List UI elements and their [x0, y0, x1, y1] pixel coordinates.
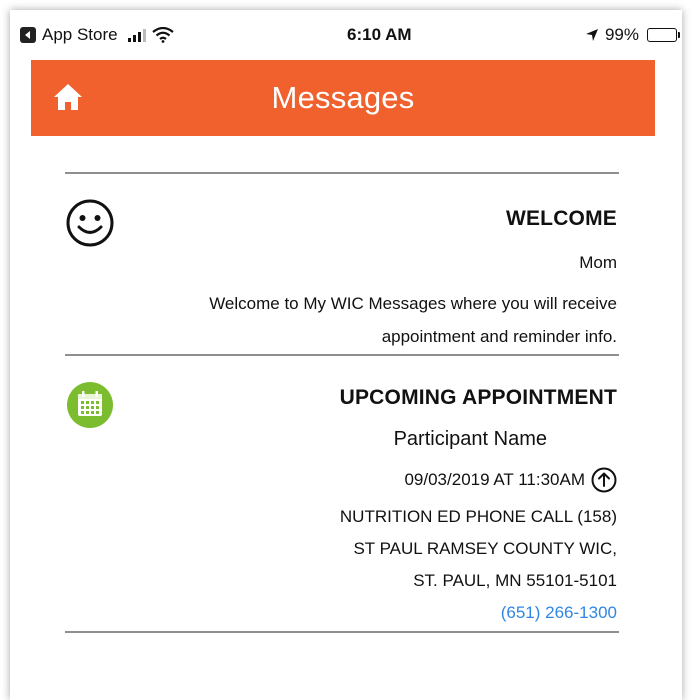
appointment-participant: Participant Name	[393, 428, 547, 450]
status-bar-left: App Store	[20, 25, 174, 45]
status-time: 6:10 AM	[347, 25, 412, 44]
message-sender: Mom	[579, 253, 617, 272]
app-header: Messages	[31, 60, 655, 136]
message-title: UPCOMING APPOINTMENT	[339, 386, 617, 409]
status-bar-right: 99%	[585, 25, 680, 45]
message-appointment[interactable]: UPCOMING APPOINTMENT Participant Name 09…	[65, 356, 619, 631]
appointment-type: NUTRITION ED PHONE CALL (158)	[339, 507, 617, 526]
appointment-city: ST. PAUL, MN 55101-5101	[413, 571, 617, 590]
message-welcome[interactable]: WELCOME Mom Welcome to My WIC Messages w…	[65, 174, 619, 354]
messages-list: WELCOME Mom Welcome to My WIC Messages w…	[65, 172, 619, 633]
page-title: Messages	[271, 80, 415, 115]
signal-icon	[127, 28, 146, 42]
home-icon	[54, 84, 82, 110]
appointment-datetime: 09/03/2019 AT 11:30AM	[404, 470, 585, 489]
location-icon	[585, 29, 598, 41]
back-app-icon[interactable]	[20, 27, 36, 43]
smiley-icon	[66, 199, 114, 247]
battery-percent: 99%	[604, 25, 639, 44]
appointment-clinic: ST PAUL RAMSEY COUNTY WIC,	[353, 539, 617, 558]
battery-icon	[646, 28, 680, 42]
back-app-label[interactable]: App Store	[42, 25, 118, 45]
status-bar: App Store 6:10 AM 99%	[20, 20, 680, 50]
home-button[interactable]	[51, 80, 85, 114]
divider	[65, 631, 619, 633]
calendar-icon	[67, 382, 113, 428]
appointment-datetime-row: 09/03/2019 AT 11:30AM	[404, 467, 617, 493]
up-arrow-icon[interactable]	[591, 467, 617, 493]
message-title: WELCOME	[505, 207, 617, 230]
message-body: Welcome to My WIC Messages where you wil…	[209, 294, 617, 346]
wifi-icon	[151, 27, 174, 43]
appointment-phone-link[interactable]: (651) 266-1300	[501, 603, 617, 623]
